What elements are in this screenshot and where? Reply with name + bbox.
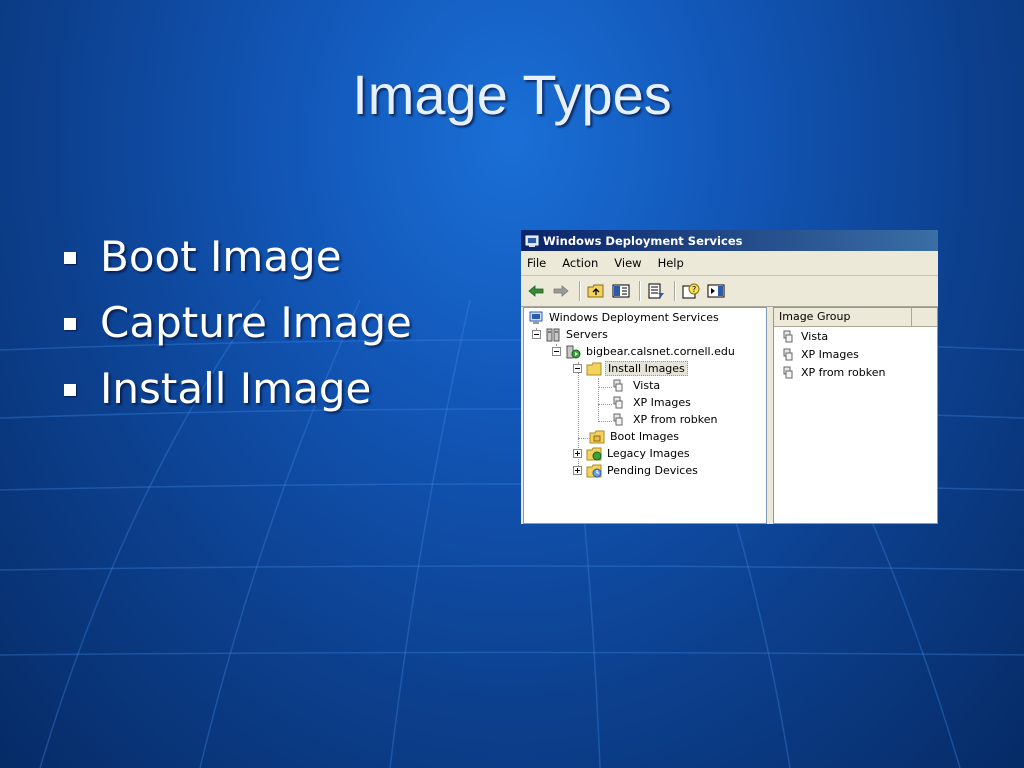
export-list-icon[interactable] bbox=[645, 280, 667, 302]
list-item[interactable]: XP Images bbox=[782, 346, 859, 363]
bullet-list: Boot Image Capture Image Install Image bbox=[62, 228, 412, 426]
tree-connector bbox=[598, 387, 612, 388]
tree-label: Legacy Images bbox=[607, 447, 690, 460]
tree-item-image-group[interactable]: XP from robken bbox=[612, 411, 719, 428]
list-item-label: XP from robken bbox=[801, 366, 886, 379]
menu-view[interactable]: View bbox=[614, 256, 641, 270]
column-header-row: Image Group bbox=[774, 308, 937, 327]
tree-label: Boot Images bbox=[610, 430, 679, 443]
tree-label: XP from robken bbox=[633, 413, 718, 426]
tree-connector bbox=[598, 404, 612, 405]
legacy-folder-icon bbox=[586, 447, 602, 461]
tree-item-server[interactable]: bigbear.calsnet.cornell.edu bbox=[552, 343, 737, 360]
bullet-item: Boot Image bbox=[62, 228, 412, 294]
image-group-icon bbox=[612, 396, 628, 410]
tree-item-wds-root[interactable]: Windows Deployment Services bbox=[528, 309, 721, 326]
back-arrow-icon[interactable] bbox=[525, 280, 547, 302]
menu-file[interactable]: File bbox=[527, 256, 546, 270]
list-item-label: Vista bbox=[801, 330, 829, 343]
square-bullet-icon bbox=[64, 384, 76, 396]
list-item-label: XP Images bbox=[801, 348, 859, 361]
tree-label: bigbear.calsnet.cornell.edu bbox=[586, 345, 735, 358]
tree-pane[interactable]: Windows Deployment Services Servers bigb… bbox=[523, 307, 767, 524]
collapse-toggle-icon[interactable] bbox=[532, 330, 541, 339]
tree-item-legacy-images[interactable]: Legacy Images bbox=[573, 445, 692, 462]
help-icon[interactable]: ? bbox=[680, 280, 702, 302]
image-group-icon bbox=[612, 413, 628, 427]
tree-item-servers[interactable]: Servers bbox=[532, 326, 610, 343]
tree-connector bbox=[598, 421, 612, 422]
image-group-icon bbox=[782, 366, 798, 380]
details-pane[interactable]: Image Group Vista XP Images XP from robk… bbox=[773, 307, 938, 524]
bullet-text: Install Image bbox=[100, 364, 372, 413]
expand-toggle-icon[interactable] bbox=[573, 466, 582, 475]
tree-label: Windows Deployment Services bbox=[549, 311, 719, 324]
window-title: Windows Deployment Services bbox=[543, 233, 743, 248]
collapse-toggle-icon[interactable] bbox=[573, 364, 582, 373]
console-panes: Windows Deployment Services Servers bigb… bbox=[521, 307, 938, 524]
bullet-text: Capture Image bbox=[100, 298, 412, 347]
image-group-icon bbox=[782, 348, 798, 362]
bullet-item: Install Image bbox=[62, 360, 412, 426]
menu-bar: File Action View Help bbox=[521, 251, 938, 276]
toolbar-separator bbox=[674, 281, 676, 301]
square-bullet-icon bbox=[64, 252, 76, 264]
tree-label: XP Images bbox=[633, 396, 691, 409]
toolbar: ? bbox=[521, 276, 938, 307]
up-folder-icon[interactable] bbox=[585, 280, 607, 302]
square-bullet-icon bbox=[64, 318, 76, 330]
toolbar-separator bbox=[579, 281, 581, 301]
forward-arrow-icon[interactable] bbox=[550, 280, 572, 302]
tree-label: Vista bbox=[633, 379, 661, 392]
slide-title: Image Types bbox=[352, 63, 672, 126]
wds-window: Windows Deployment Services File Action … bbox=[521, 230, 938, 524]
column-header-image-group[interactable]: Image Group bbox=[774, 308, 912, 326]
collapse-toggle-icon[interactable] bbox=[552, 347, 561, 356]
servers-icon bbox=[545, 328, 561, 342]
tree-item-boot-images[interactable]: Boot Images bbox=[589, 428, 681, 445]
pending-devices-folder-icon bbox=[586, 464, 602, 478]
tree-label: Servers bbox=[566, 328, 608, 341]
image-group-icon bbox=[612, 379, 628, 393]
image-group-icon bbox=[782, 330, 798, 344]
tree-item-pending-devices[interactable]: Pending Devices bbox=[573, 462, 700, 479]
folder-open-icon bbox=[586, 362, 602, 376]
bullet-text: Boot Image bbox=[100, 232, 342, 281]
svg-text:?: ? bbox=[692, 285, 696, 294]
tree-item-image-group[interactable]: XP Images bbox=[612, 394, 693, 411]
action-pane-icon[interactable] bbox=[705, 280, 727, 302]
expand-toggle-icon[interactable] bbox=[573, 449, 582, 458]
list-item[interactable]: Vista bbox=[782, 328, 828, 345]
wds-root-icon bbox=[528, 311, 544, 325]
boot-folder-icon bbox=[589, 430, 605, 444]
list-item[interactable]: XP from robken bbox=[782, 364, 885, 381]
tree-item-image-group[interactable]: Vista bbox=[612, 377, 662, 394]
title-bar[interactable]: Windows Deployment Services bbox=[521, 230, 938, 251]
tree-item-install-images[interactable]: Install Images bbox=[573, 360, 688, 377]
bullet-item: Capture Image bbox=[62, 294, 412, 360]
menu-help[interactable]: Help bbox=[658, 256, 684, 270]
tree-label: Install Images bbox=[605, 361, 688, 376]
wds-app-icon bbox=[525, 234, 539, 248]
toolbar-separator bbox=[639, 281, 641, 301]
show-hide-tree-icon[interactable] bbox=[610, 280, 632, 302]
menu-action[interactable]: Action bbox=[562, 256, 598, 270]
tree-label: Pending Devices bbox=[607, 464, 698, 477]
tree-connector bbox=[598, 378, 599, 420]
server-running-icon bbox=[565, 345, 581, 359]
